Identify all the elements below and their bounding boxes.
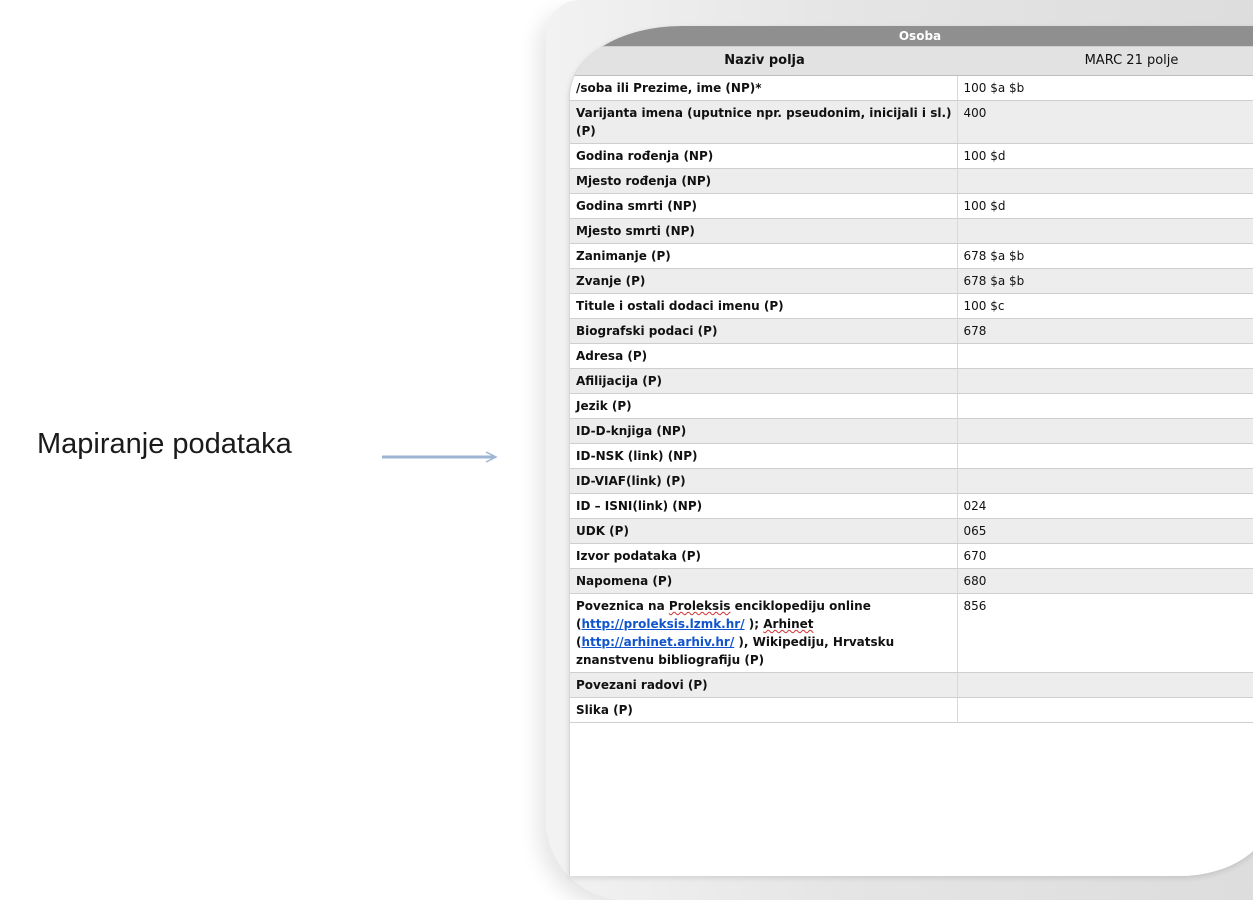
field-name-cell: Adresa (P) [570, 343, 958, 369]
field-name-cell: Zanimanje (P) [570, 243, 958, 269]
field-name-cell: Mjesto smrti (NP) [570, 218, 958, 244]
marc-cell [957, 343, 1253, 369]
field-name-cell: ID – ISNI(link) (NP) [570, 493, 958, 519]
table-row: Adresa (P) [570, 343, 1253, 369]
field-name-cell: Varijanta imena (uputnice npr. pseudonim… [570, 100, 958, 144]
table-row: Izvor podataka (P) 670 [570, 543, 1253, 569]
table-row: Povezani radovi (P) [570, 672, 1253, 698]
field-name-cell: Napomena (P) [570, 568, 958, 594]
table-row: Afilijacija (P) [570, 368, 1253, 394]
table-row: ID-VIAF(link) (P) [570, 468, 1253, 494]
arhinet-link[interactable]: http://arhinet.arhiv.hr/ [581, 635, 734, 649]
table-row: Titule i ostali dodaci imenu (P) 100 $c [570, 293, 1253, 319]
marc-cell: 678 $a $b [957, 243, 1253, 269]
column-header-marc: MARC 21 polje [957, 46, 1253, 76]
marc-cell: 678 [957, 318, 1253, 344]
marc-cell: 100 $d [957, 143, 1253, 169]
marc-cell [957, 393, 1253, 419]
mapping-table: Osoba Naziv polja MARC 21 polje /soba il… [570, 26, 1253, 723]
field-name-cell: Mjesto rođenja (NP) [570, 168, 958, 194]
marc-cell: 680 [957, 568, 1253, 594]
field-name-cell: Zvanje (P) [570, 268, 958, 294]
field-name-cell: UDK (P) [570, 518, 958, 544]
table-row: ID-D-knjiga (NP) [570, 418, 1253, 444]
marc-cell: 856 [957, 593, 1253, 673]
field-name-cell: ID-VIAF(link) (P) [570, 468, 958, 494]
field-name-cell: Izvor podataka (P) [570, 543, 958, 569]
marc-cell: 678 $a $b [957, 268, 1253, 294]
marc-cell [957, 218, 1253, 244]
marc-cell [957, 697, 1253, 723]
field-name-cell: ID-D-knjiga (NP) [570, 418, 958, 444]
marc-cell: 100 $c [957, 293, 1253, 319]
field-name-cell: Titule i ostali dodaci imenu (P) [570, 293, 958, 319]
field-name-cell: Afilijacija (P) [570, 368, 958, 394]
marc-cell: 670 [957, 543, 1253, 569]
marc-cell: 065 [957, 518, 1253, 544]
marc-cell: 024 [957, 493, 1253, 519]
marc-cell [957, 443, 1253, 469]
table-row: Mjesto smrti (NP) [570, 218, 1253, 244]
table-row: ID-NSK (link) (NP) [570, 443, 1253, 469]
proleksis-link[interactable]: http://proleksis.lzmk.hr/ [581, 617, 744, 631]
marc-cell: 100 $d [957, 193, 1253, 219]
table-row: Godina rođenja (NP) 100 $d [570, 143, 1253, 169]
marc-cell [957, 468, 1253, 494]
table-row: Varijanta imena (uputnice npr. pseudonim… [570, 100, 1253, 144]
marc-cell [957, 368, 1253, 394]
marc-cell [957, 168, 1253, 194]
field-name-cell: Povezani radovi (P) [570, 672, 958, 698]
table-row: Zanimanje (P) 678 $a $b [570, 243, 1253, 269]
table-row: Godina smrti (NP) 100 $d [570, 193, 1253, 219]
table-row: Zvanje (P) 678 $a $b [570, 268, 1253, 294]
marc-cell [957, 672, 1253, 698]
table-row: ID – ISNI(link) (NP) 024 [570, 493, 1253, 519]
column-header-field-name: Naziv polja [570, 46, 957, 76]
table-row: UDK (P) 065 [570, 518, 1253, 544]
field-name-cell: Godina smrti (NP) [570, 193, 958, 219]
table-body: /soba ili Prezime, ime (NP)* 100 $a $b Va… [570, 75, 1253, 723]
table-row: Mjesto rođenja (NP) [570, 168, 1253, 194]
table-row: Napomena (P) 680 [570, 568, 1253, 594]
marc-cell [957, 418, 1253, 444]
table-row: Biografski podaci (P) 678 [570, 318, 1253, 344]
table-title: Osoba [570, 26, 1253, 47]
right-arrow-icon [382, 450, 512, 464]
link-row-text: Poveznica na [576, 599, 669, 613]
table-row: Slika (P) [570, 697, 1253, 723]
field-name-cell: Poveznica na Proleksis enciklopediju onl… [570, 593, 958, 673]
table-row-links: Poveznica na Proleksis enciklopediju onl… [570, 593, 1253, 673]
field-name-cell: ID-NSK (link) (NP) [570, 443, 958, 469]
slide-label: Mapiranje podataka [37, 428, 292, 460]
marc-cell: 400 [957, 100, 1253, 144]
field-name-cell: Godina rođenja (NP) [570, 143, 958, 169]
link-row-text: Proleksis [668, 599, 731, 613]
table-row: Jezik (P) [570, 393, 1253, 419]
link-row-text: ); [744, 617, 764, 631]
link-row-text: Arhinet [763, 617, 814, 631]
table-row: /soba ili Prezime, ime (NP)* 100 $a $b [570, 75, 1253, 101]
field-name-cell: Biografski podaci (P) [570, 318, 958, 344]
field-name-cell: Slika (P) [570, 697, 958, 723]
field-name-cell: /soba ili Prezime, ime (NP)* [570, 75, 958, 101]
field-name-cell: Jezik (P) [570, 393, 958, 419]
marc-cell: 100 $a $b [957, 75, 1253, 101]
mapping-table-frame: Osoba Naziv polja MARC 21 polje /soba il… [569, 26, 1253, 876]
